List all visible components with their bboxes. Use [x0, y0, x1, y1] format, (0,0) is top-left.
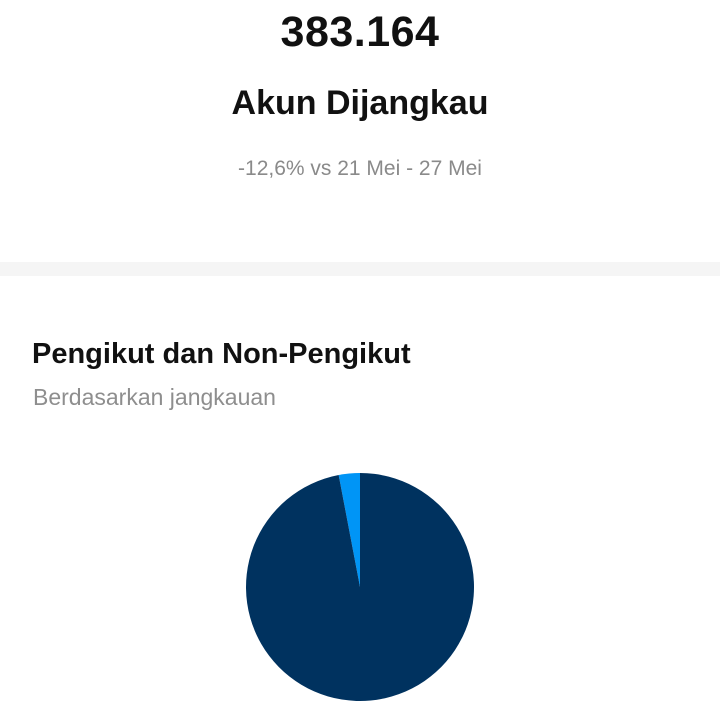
followers-section: Pengikut dan Non-Pengikut Berdasarkan ja…: [0, 276, 720, 720]
reach-label: Akun Dijangkau: [231, 84, 489, 122]
followers-pie-chart: [244, 471, 476, 703]
insights-screen: 383.164 Akun Dijangkau -12,6% vs 21 Mei …: [0, 0, 720, 720]
pie-svg: [246, 473, 475, 701]
reach-summary: 383.164 Akun Dijangkau -12,6% vs 21 Mei …: [0, 0, 720, 262]
reach-count: 383.164: [280, 8, 440, 56]
section-title: Pengikut dan Non-Pengikut: [32, 338, 411, 370]
pie-slice-1: [246, 473, 475, 701]
reach-comparison: -12,6% vs 21 Mei - 27 Mei: [238, 157, 482, 180]
section-divider: [0, 262, 720, 276]
section-subtitle: Berdasarkan jangkauan: [33, 384, 276, 410]
